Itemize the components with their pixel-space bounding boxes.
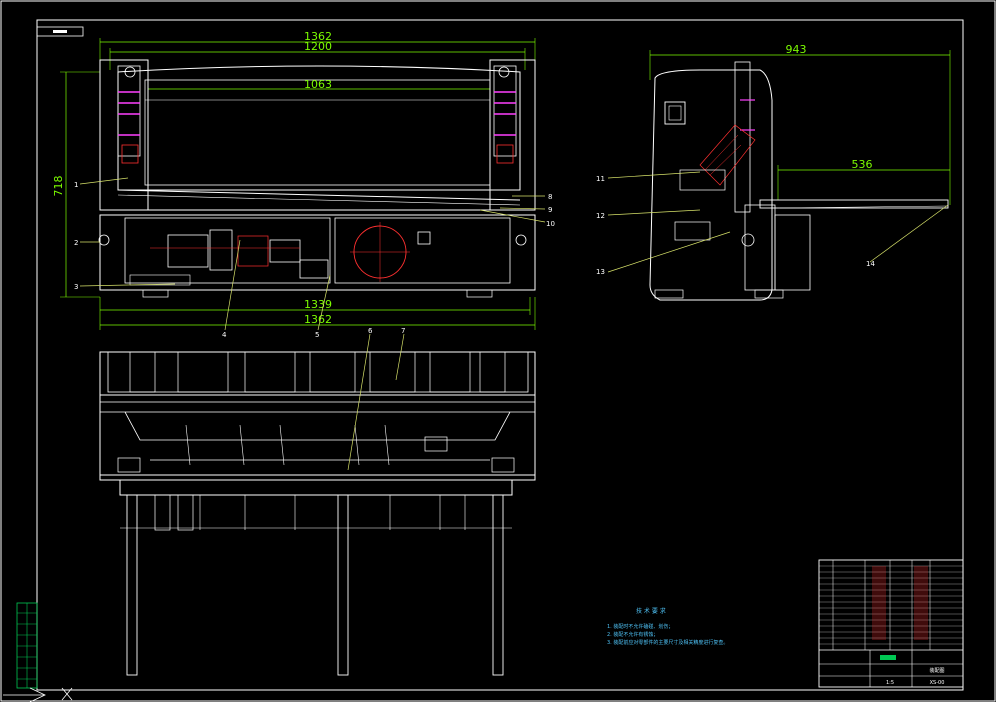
dim-front-bottom-inner: 1339	[304, 298, 332, 311]
part-label-2: 2	[74, 239, 78, 247]
title-block-drawing-name: 装配图	[929, 667, 944, 674]
dim-front-top-inner: 1200	[304, 40, 332, 53]
title-block-scale: 1:5	[886, 680, 894, 686]
drawing-frame	[36, 19, 964, 691]
part-label-3: 3	[74, 283, 78, 291]
part-label-5: 5	[315, 331, 319, 339]
dim-front-blade: 1063	[304, 78, 332, 91]
front-view	[60, 38, 536, 330]
dim-side-table: 536	[852, 158, 873, 171]
part-label-9: 9	[548, 206, 552, 214]
part-label-7: 7	[401, 327, 405, 335]
title-block-code: XS-00	[930, 680, 945, 686]
tech-note-line-1: 1. 装配时不允许磕碰、划伤；	[607, 623, 673, 630]
frame-code-mark	[53, 30, 67, 33]
tech-notes-title: 技 术 要 求	[636, 607, 666, 615]
part-label-1: 1	[74, 181, 78, 189]
part-label-12: 12	[596, 212, 605, 220]
cad-drawing-canvas: 1362 1200 1063 718 1339 1362 1 2 3 4 5 8…	[0, 0, 996, 702]
side-view	[649, 50, 951, 301]
part-label-14: 14	[866, 260, 875, 268]
plan-view	[99, 351, 536, 676]
dim-side-overall: 943	[786, 43, 807, 56]
sidebar-signature-strip	[16, 602, 38, 689]
part-label-11: 11	[596, 175, 605, 183]
part-label-4: 4	[222, 331, 227, 339]
part-label-13: 13	[596, 268, 605, 276]
part-label-10: 10	[546, 220, 555, 228]
part-label-8: 8	[548, 193, 552, 201]
dim-front-bottom-overall: 1362	[304, 313, 332, 326]
tech-note-line-2: 2. 装配不允许有锈蚀；	[607, 631, 658, 638]
dim-front-height: 718	[52, 176, 65, 197]
tech-note-line-3: 3. 装配前应对零部件的主要尺寸及相关精度进行复查。	[607, 639, 728, 646]
part-label-6: 6	[368, 327, 373, 335]
